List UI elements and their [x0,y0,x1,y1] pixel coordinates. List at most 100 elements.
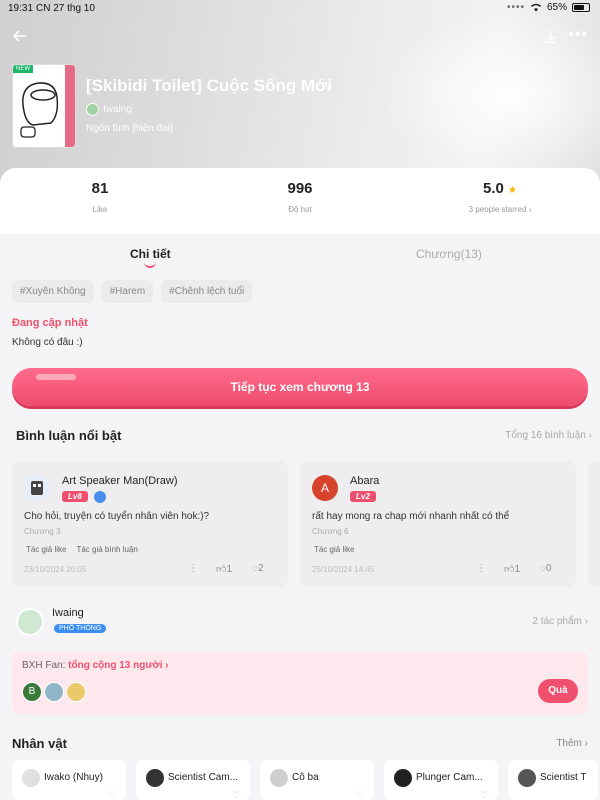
tag-item[interactable]: #Harem [101,280,154,303]
book-header: 19:31 CN 27 thg 10 •••• 65% ••• NEW [Ski… [0,0,600,190]
fan-avatar[interactable] [44,682,64,702]
character-name: Cô ba [292,772,319,783]
rating-count-label: 3 people starred [468,205,527,214]
author-works-count: 2 tác phẩm [532,616,582,627]
more-button[interactable]: ••• [568,26,588,44]
stat-hot: 996 Độ hot [200,180,400,214]
characters-more-label: Thêm [556,738,582,749]
stat-rating-label: 3 people starred › [400,205,600,214]
character-card[interactable]: Iwako (Nhuy) ♡ [12,760,126,800]
character-card[interactable]: Plunger Cam... ♡ [384,760,498,800]
comment-text: Cho hỏi, truyện có tuyển nhân viên hok:)… [24,511,210,522]
character-card[interactable]: Cô ba ♡ [260,760,374,800]
comment-date: 25/10/2024 14:45 [312,565,375,574]
comment-card[interactable]: Art Speaker Man(Draw) Lv8 Cho hỏi, truyệ… [12,461,288,587]
tag-item[interactable]: #Xuyên Không [12,280,94,303]
stat-hot-value: 996 [287,180,313,197]
comment-more-icon[interactable]: ⋮ [476,563,486,574]
continue-reading-button[interactable]: Tiếp tục xem chương 13 [12,368,588,406]
star-icon: ★ [508,185,517,196]
status-right: •••• 65% [507,2,590,13]
author-avatar[interactable] [16,608,44,636]
comment-like-button[interactable]: 👍︎1 [504,563,520,575]
tag-list: #Xuyên Không #Harem #Chênh lệch tuổi [12,280,253,303]
gift-button[interactable]: Quà [538,679,578,703]
thumb-up-icon: 👍︎ [216,564,227,575]
character-card[interactable]: Scientist T [508,760,598,800]
like-count: 1 [226,564,233,575]
author-section[interactable]: Iwaing PHỔ THÔNG 2 tác phẩm › [12,606,588,638]
character-card[interactable]: Scientist Cam... ♡ [136,760,250,800]
back-button[interactable] [12,28,32,48]
level-badge: Lv2 [350,491,376,502]
author-name: Iwaing [52,607,84,619]
comment-chapter: Chương 3 [24,527,61,536]
download-button[interactable] [544,30,560,46]
level-badge: Lv8 [62,491,88,502]
reply-count: 2 [257,563,264,574]
comment-avatar[interactable] [24,475,50,501]
more-icon: ••• [568,26,588,43]
stats-card: 81 Like 996 Độ hot 5.0 ★ 3 people starre… [0,168,600,234]
stat-rating[interactable]: 5.0 ★ 3 people starred › [400,180,600,214]
comment-reply-button[interactable]: ◌2 [252,563,264,574]
tab-detail[interactable]: Chi tiết [130,247,171,261]
characters-more-link[interactable]: Thêm › [556,738,588,749]
tab-indicator [144,262,156,268]
character-name: Iwako (Nhuy) [44,772,103,783]
comment-like-button[interactable]: 👍︎1 [216,563,232,575]
character-name: Scientist Cam... [168,772,239,783]
header-decoration [380,10,600,180]
comment-author[interactable]: Abara [350,475,379,487]
battery-percent: 65% [546,2,567,13]
fan-ranking-title: BXH Fan: [22,660,66,671]
battery-icon [572,3,590,12]
update-status: Đang cập nhật [12,317,88,329]
comment-text: rất hay mong ra chap mới nhanh nhất có t… [312,511,510,522]
author-replied-badge: Tác giả bình luận [76,545,138,554]
characters-title: Nhân vật [12,736,67,751]
comment-author[interactable]: Art Speaker Man(Draw) [62,475,178,487]
comment-date: 23/10/2024 20:05 [24,565,87,574]
heart-icon[interactable]: ♡ [232,790,240,800]
book-description: Không có đâu :) [12,337,83,348]
character-name: Plunger Cam... [416,772,483,783]
fan-ranking-label: BXH Fan: tổng cộng 13 người › [22,660,169,671]
character-avatar [22,769,40,787]
comment-badges: Tác giả like Tác giả bình luận [26,545,138,554]
content-area: Chi tiết Chương(13) #Xuyên Không #Harem … [0,236,600,800]
book-genre: Ngôn tình [hiện đại] [86,123,173,134]
author-liked-badge: Tác giả like [26,545,67,554]
heart-icon[interactable]: ♡ [480,790,488,800]
tag-item[interactable]: #Chênh lệch tuổi [161,280,253,303]
all-comments-link[interactable]: Tổng 16 bình luận › [505,430,592,441]
header-author[interactable]: Iwaing [86,103,132,116]
chevron-right-icon: › [584,616,588,627]
chevron-right-icon: › [528,205,532,214]
comment-card-peek[interactable] [588,461,600,587]
button-shine [36,374,76,380]
comment-card[interactable]: A Abara Lv2 rất hay mong ra chap mới nha… [300,461,576,587]
comment-avatar[interactable]: A [312,475,338,501]
fan-total: tổng cộng 13 người [68,660,163,671]
heart-icon[interactable]: ♡ [356,790,364,800]
heart-icon[interactable]: ♡ [108,790,116,800]
book-cover[interactable]: NEW [12,64,76,148]
book-title: [Skibidi Toilet] Cuộc Sống Mới [86,76,332,95]
status-bar: 19:31 CN 27 thg 10 •••• 65% [0,0,600,18]
author-name: Iwaing [103,104,132,115]
fan-avatar[interactable] [66,682,86,702]
cover-stripe [65,65,75,147]
comment-more-icon[interactable]: ⋮ [188,563,198,574]
like-count: 1 [514,564,521,575]
fan-ranking-box[interactable]: BXH Fan: tổng cộng 13 người › B Quà [12,651,588,715]
fan-avatar[interactable]: B [22,682,42,702]
stat-rating-row: 5.0 ★ [400,180,600,197]
character-avatar [518,769,536,787]
stat-like-label: Like [92,205,108,214]
comment-reply-button[interactable]: ◌0 [540,563,552,574]
comment-chapter: Chương 6 [312,527,349,536]
author-works-link[interactable]: 2 tác phẩm › [532,616,588,627]
tab-chapters[interactable]: Chương(13) [416,247,482,261]
new-badge: NEW [13,65,33,73]
